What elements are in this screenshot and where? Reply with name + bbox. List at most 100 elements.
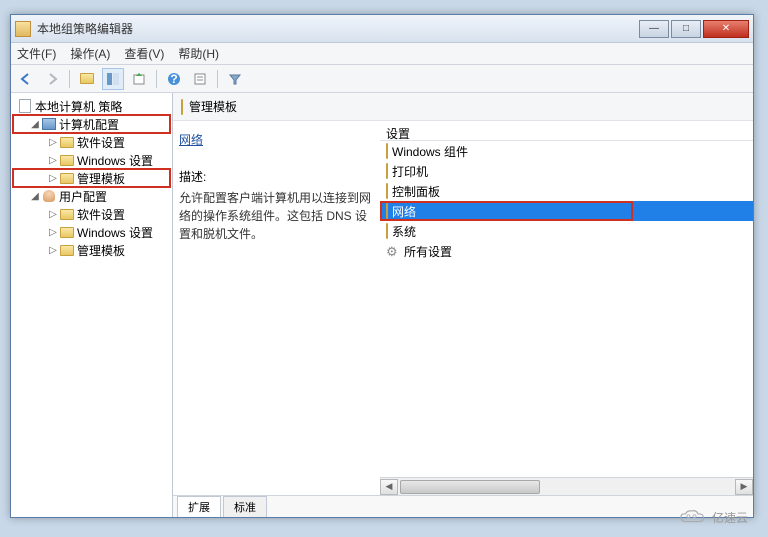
expand-icon[interactable]: ▷ [47,155,59,166]
folder-icon [386,144,388,158]
tree-user-config[interactable]: ◢ 用户配置 [13,187,170,205]
tree-software-settings-user[interactable]: ▷ 软件设置 [13,205,170,223]
collapse-icon[interactable]: ◢ [29,119,41,130]
list-item[interactable]: Windows 组件 [380,141,753,161]
watermark: 亿速云 [678,507,748,527]
folder-icon [59,171,75,185]
tree-windows-settings[interactable]: ▷ Windows 设置 [13,151,170,169]
description-heading[interactable]: 网络 [179,129,374,154]
tree-computer-label: 计算机配置 [59,116,119,133]
list-item-label: 控制面板 [392,183,440,200]
expand-icon[interactable]: ▷ [47,173,59,184]
up-button[interactable] [76,68,98,90]
window-title: 本地组策略编辑器 [37,20,639,37]
tree-root-label: 本地计算机 策略 [35,98,122,115]
menu-view[interactable]: 查看(V) [124,45,164,62]
list-column-label: 设置 [386,127,410,141]
close-button[interactable]: ✕ [703,20,749,38]
minimize-button[interactable]: — [639,20,669,38]
expand-icon[interactable]: ▷ [47,137,59,148]
folder-icon [386,204,388,218]
folder-icon [181,100,183,114]
cloud-icon [678,507,708,527]
list-column-header[interactable]: 设置 [380,121,753,141]
description-text: 允许配置客户端计算机用以连接到网络的操作系统组件。这包括 DNS 设置和脱机文件… [179,189,374,243]
tree-software-settings[interactable]: ▷ 软件设置 [13,133,170,151]
description-pane: 网络 描述: 允许配置客户端计算机用以连接到网络的操作系统组件。这包括 DNS … [173,121,380,495]
folder-icon [59,225,75,239]
tree-computer-config[interactable]: ◢ 计算机配置 [13,115,170,133]
view-tabs: 扩展 标准 [173,495,753,517]
app-icon [15,21,31,37]
tree-item-label: Windows 设置 [77,224,153,241]
tree-item-label: 软件设置 [77,206,125,223]
maximize-button[interactable]: □ [671,20,701,38]
toolbar-separator [69,70,70,88]
list-item[interactable]: 所有设置 [380,241,753,261]
tree-root[interactable]: 本地计算机 策略 [13,97,170,115]
scroll-thumb[interactable] [400,480,540,494]
back-button[interactable] [15,68,37,90]
watermark-text: 亿速云 [712,509,748,526]
window-buttons: — □ ✕ [639,20,749,38]
menubar: 文件(F) 操作(A) 查看(V) 帮助(H) [11,43,753,65]
folder-icon [386,164,388,178]
item-list: Windows 组件打印机控制面板网络系统所有设置 [380,141,753,477]
folder-icon [59,243,75,257]
list-item-label: 系统 [392,223,416,240]
user-icon [41,189,57,203]
expand-icon[interactable]: ▷ [47,227,59,238]
svg-text:?: ? [170,72,177,86]
tree-user-label: 用户配置 [59,188,107,205]
content-header-title: 管理模板 [189,98,237,115]
export-button[interactable] [128,68,150,90]
help-button[interactable]: ? [163,68,185,90]
collapse-icon[interactable]: ◢ [29,191,41,202]
scroll-right-button[interactable]: ▶ [735,479,753,495]
menu-file[interactable]: 文件(F) [17,45,56,62]
computer-icon [41,117,57,131]
list-item-label: 网络 [392,203,416,220]
content-body: 网络 描述: 允许配置客户端计算机用以连接到网络的操作系统组件。这包括 DNS … [173,121,753,495]
tree-windows-settings-user[interactable]: ▷ Windows 设置 [13,223,170,241]
forward-button[interactable] [41,68,63,90]
list-item-label: 打印机 [392,163,428,180]
content-pane: 管理模板 网络 描述: 允许配置客户端计算机用以连接到网络的操作系统组件。这包括… [173,93,753,517]
gear-icon [386,244,400,258]
folder-icon [386,224,388,238]
expand-icon[interactable]: ▷ [47,245,59,256]
gpedit-window: 本地组策略编辑器 — □ ✕ 文件(F) 操作(A) 查看(V) 帮助(H) ? [10,14,754,518]
list-item-label: 所有设置 [404,243,452,260]
folder-icon [59,135,75,149]
scroll-left-button[interactable]: ◀ [380,479,398,495]
properties-button[interactable] [189,68,211,90]
tab-extended[interactable]: 扩展 [177,496,221,517]
list-item[interactable]: 系统 [380,221,753,241]
menu-help[interactable]: 帮助(H) [178,45,219,62]
toolbar: ? [11,65,753,93]
list-item[interactable]: 控制面板 [380,181,753,201]
titlebar: 本地组策略编辑器 — □ ✕ [11,15,753,43]
show-tree-button[interactable] [102,68,124,90]
toolbar-separator [156,70,157,88]
list-item-label: Windows 组件 [392,143,468,160]
tree-item-label: 软件设置 [77,134,125,151]
folder-icon [59,207,75,221]
folder-icon [386,184,388,198]
toolbar-separator [217,70,218,88]
tree-admin-templates-user[interactable]: ▷ 管理模板 [13,241,170,259]
body: 本地计算机 策略 ◢ 计算机配置 ▷ 软件设置 ▷ Windows 设置 ▷ 管… [11,93,753,517]
horizontal-scrollbar: ◀ ▶ [380,477,753,495]
list-item[interactable]: 打印机 [380,161,753,181]
tab-standard[interactable]: 标准 [223,496,267,517]
menu-action[interactable]: 操作(A) [70,45,110,62]
list-item[interactable]: 网络 [380,201,753,221]
tree-item-label: Windows 设置 [77,152,153,169]
content-header: 管理模板 [173,93,753,121]
tree-admin-templates[interactable]: ▷ 管理模板 [13,169,170,187]
tree-item-label: 管理模板 [77,170,125,187]
list-pane: 设置 Windows 组件打印机控制面板网络系统所有设置 ◀ ▶ [380,121,753,495]
filter-button[interactable] [224,68,246,90]
expand-icon[interactable]: ▷ [47,209,59,220]
tree-pane: 本地计算机 策略 ◢ 计算机配置 ▷ 软件设置 ▷ Windows 设置 ▷ 管… [11,93,173,517]
